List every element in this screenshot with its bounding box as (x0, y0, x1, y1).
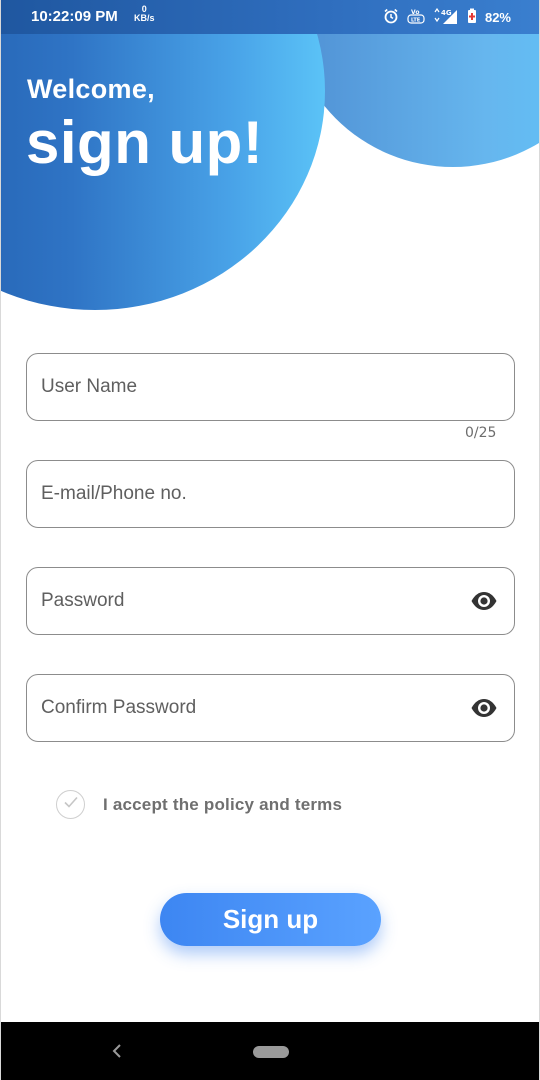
terms-label[interactable]: I accept the policy and terms (103, 795, 342, 815)
eye-icon[interactable] (470, 590, 498, 612)
welcome-text: Welcome, (27, 74, 155, 104)
confirm-password-field[interactable] (26, 674, 515, 742)
check-icon (63, 795, 79, 814)
terms-checkbox-row[interactable]: I accept the policy and terms (56, 790, 342, 819)
page-title: sign up! (26, 109, 264, 176)
svg-text:Vo: Vo (411, 9, 419, 16)
network-type-label: 4G (441, 9, 452, 17)
svg-text:LTE: LTE (411, 18, 421, 24)
signup-screen: 10:22:09 PM 0 KB/s Vo LTE 4G 82% Welcome,… (0, 0, 540, 1080)
network-speed: 0 KB/s (134, 5, 155, 23)
username-char-counter: 0/25 (465, 425, 497, 441)
home-pill-icon[interactable] (253, 1046, 289, 1058)
username-field[interactable] (26, 353, 515, 421)
email-input[interactable] (41, 461, 461, 527)
sign-up-button[interactable]: Sign up (160, 893, 381, 946)
alarm-icon (383, 8, 399, 27)
password-field[interactable] (26, 567, 515, 635)
status-icons: Vo LTE 4G 82% (383, 7, 511, 27)
status-time: 10:22:09 PM (31, 8, 118, 25)
navigation-bar (1, 1022, 539, 1080)
password-input[interactable] (41, 568, 461, 634)
volte-icon: Vo LTE (407, 8, 425, 27)
battery-percent: 82% (484, 10, 511, 25)
email-field[interactable] (26, 460, 515, 528)
confirm-password-input[interactable] (41, 675, 461, 741)
battery-icon (467, 8, 477, 27)
terms-checkbox[interactable] (56, 790, 85, 819)
back-icon[interactable] (111, 1040, 123, 1066)
signal-icon: 4G (433, 7, 459, 27)
network-speed-unit: KB/s (134, 13, 155, 23)
status-bar: 10:22:09 PM 0 KB/s Vo LTE 4G 82% (1, 0, 539, 34)
username-input[interactable] (41, 354, 461, 420)
eye-icon[interactable] (470, 697, 498, 719)
